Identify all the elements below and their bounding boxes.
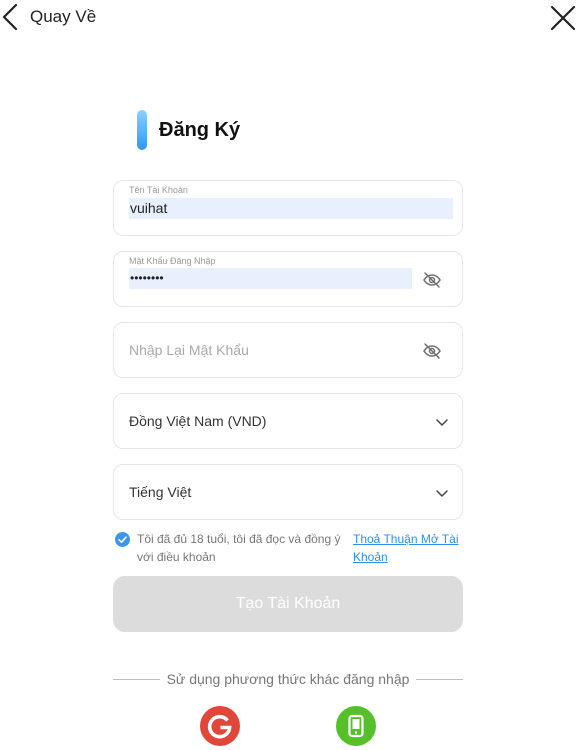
phone-icon — [348, 714, 364, 738]
terms-row: Tôi đã đủ 18 tuổi, tôi đã đọc và đồng ý … — [115, 530, 465, 566]
language-select[interactable]: Tiếng Việt — [113, 464, 463, 520]
password-label: Mật Khẩu Đăng Nhập — [129, 256, 216, 266]
confirm-password-field[interactable]: Nhập Lại Mật Khẩu — [113, 322, 463, 378]
terms-link[interactable]: Thoả Thuận Mở Tài Khoản — [353, 530, 465, 566]
confirm-password-input[interactable]: Nhập Lại Mật Khẩu — [129, 342, 249, 358]
username-input[interactable]: vuihat — [129, 198, 453, 219]
chevron-down-icon — [436, 419, 448, 426]
google-login-button[interactable] — [200, 706, 240, 746]
phone-login-button[interactable] — [336, 706, 376, 746]
divider-line-right — [416, 679, 463, 680]
currency-value: Đồng Việt Nam (VND) — [129, 413, 267, 429]
chevron-down-icon — [436, 490, 448, 497]
eye-off-icon[interactable] — [422, 270, 442, 290]
eye-off-icon[interactable] — [422, 341, 442, 361]
username-label: Tên Tài Khoản — [129, 185, 188, 195]
title-accent-bar — [137, 110, 147, 150]
top-bar: Quay Về — [0, 0, 579, 36]
page-title: Đăng Ký — [159, 118, 241, 141]
password-input[interactable]: •••••••• — [129, 268, 412, 289]
checkbox-checked-icon[interactable] — [115, 532, 130, 547]
currency-select[interactable]: Đồng Việt Nam (VND) — [113, 393, 463, 449]
close-button[interactable] — [549, 4, 577, 32]
language-value: Tiếng Việt — [129, 484, 192, 500]
back-button[interactable]: Quay Về — [2, 4, 96, 30]
close-icon — [550, 5, 576, 31]
google-icon — [207, 714, 232, 739]
alt-login-label: Sử dụng phương thức khác đăng nhập — [166, 671, 410, 687]
username-field[interactable]: Tên Tài Khoản vuihat — [113, 180, 463, 236]
alt-login-divider: Sử dụng phương thức khác đăng nhập — [113, 669, 463, 689]
terms-text: Tôi đã đủ 18 tuổi, tôi đã đọc và đồng ý … — [137, 532, 341, 564]
back-label: Quay Về — [30, 7, 97, 26]
page-title-block: Đăng Ký — [137, 110, 240, 150]
chevron-left-icon — [2, 4, 18, 30]
create-account-button[interactable]: Tạo Tài Khoản — [113, 576, 463, 632]
password-field[interactable]: Mật Khẩu Đăng Nhập •••••••• — [113, 251, 463, 307]
